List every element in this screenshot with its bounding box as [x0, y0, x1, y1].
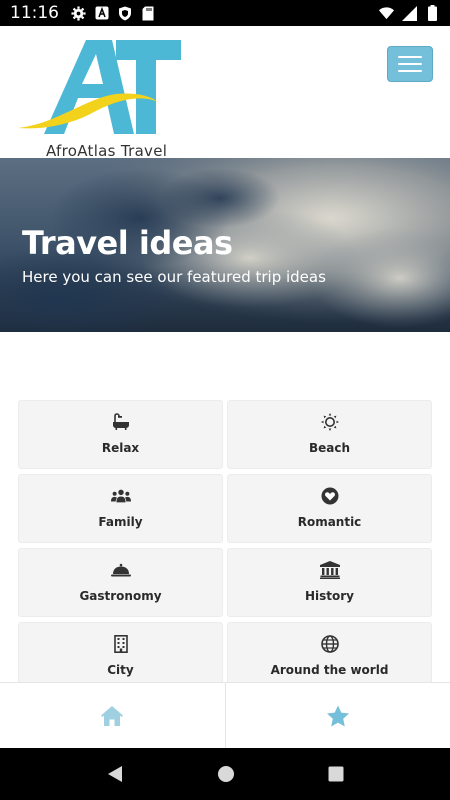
idea-card-romantic[interactable]: Romantic: [227, 474, 432, 543]
idea-card-relax[interactable]: Relax: [18, 400, 223, 469]
page-title: Travel ideas: [22, 224, 233, 262]
status-notification-icons: [71, 5, 155, 21]
hamburger-icon-line: [398, 70, 422, 72]
idea-label: Romantic: [297, 515, 362, 529]
bathtub-icon: [111, 412, 131, 432]
star-icon: [326, 705, 349, 726]
hamburger-icon: [398, 56, 422, 58]
idea-card-city[interactable]: City: [18, 622, 223, 691]
idea-label: City: [107, 663, 134, 677]
hamburger-icon-line: [398, 63, 422, 65]
status-bar: 11:16: [0, 0, 450, 26]
recents-icon[interactable]: [328, 766, 344, 782]
landmark-icon: [319, 560, 340, 580]
home-circle-icon[interactable]: [217, 765, 235, 783]
idea-label: History: [304, 589, 355, 603]
idea-card-history[interactable]: History: [227, 548, 432, 617]
people-icon: [110, 486, 131, 506]
signal-icon: [402, 5, 417, 21]
sd-card-icon: [140, 6, 155, 21]
globe-icon: [320, 634, 340, 654]
back-icon[interactable]: [106, 765, 124, 783]
logo-mark-icon: [18, 40, 181, 134]
brand-logo[interactable]: AfroAtlas Travel: [16, 36, 186, 160]
idea-label: Beach: [308, 441, 351, 455]
idea-label: Relax: [101, 441, 140, 455]
idea-label: Around the world: [270, 663, 389, 677]
idea-card-family[interactable]: Family: [18, 474, 223, 543]
home-icon: [101, 706, 124, 726]
idea-card-gastronomy[interactable]: Gastronomy: [18, 548, 223, 617]
system-navigation-bar: [0, 748, 450, 800]
idea-card-around-the-world[interactable]: Around the world: [227, 622, 432, 691]
page-subtitle: Here you can see our featured trip ideas: [22, 268, 326, 286]
heart-icon: [320, 486, 340, 506]
menu-button[interactable]: [387, 46, 433, 82]
app-header: AfroAtlas Travel: [0, 26, 450, 160]
status-system-icons: [379, 5, 440, 21]
tab-favorites[interactable]: [224, 683, 450, 749]
sun-icon: [320, 412, 340, 432]
bottom-tab-bar: [0, 682, 450, 749]
travel-ideas-grid: Relax Beach Family Romantic Gastronomy H…: [18, 400, 432, 691]
a-notification-icon: [94, 6, 109, 21]
hero-banner: Travel ideas Here you can see our featur…: [0, 158, 450, 332]
status-time: 11:16: [10, 3, 59, 23]
gear-icon: [71, 5, 86, 21]
cloche-icon: [110, 560, 131, 580]
idea-card-beach[interactable]: Beach: [227, 400, 432, 469]
tab-home[interactable]: [0, 683, 225, 749]
battery-icon: [425, 5, 440, 21]
building-icon: [111, 634, 131, 654]
wifi-icon: [379, 6, 394, 21]
idea-label: Family: [98, 515, 143, 529]
shield-icon: [117, 6, 132, 21]
idea-label: Gastronomy: [79, 589, 162, 603]
